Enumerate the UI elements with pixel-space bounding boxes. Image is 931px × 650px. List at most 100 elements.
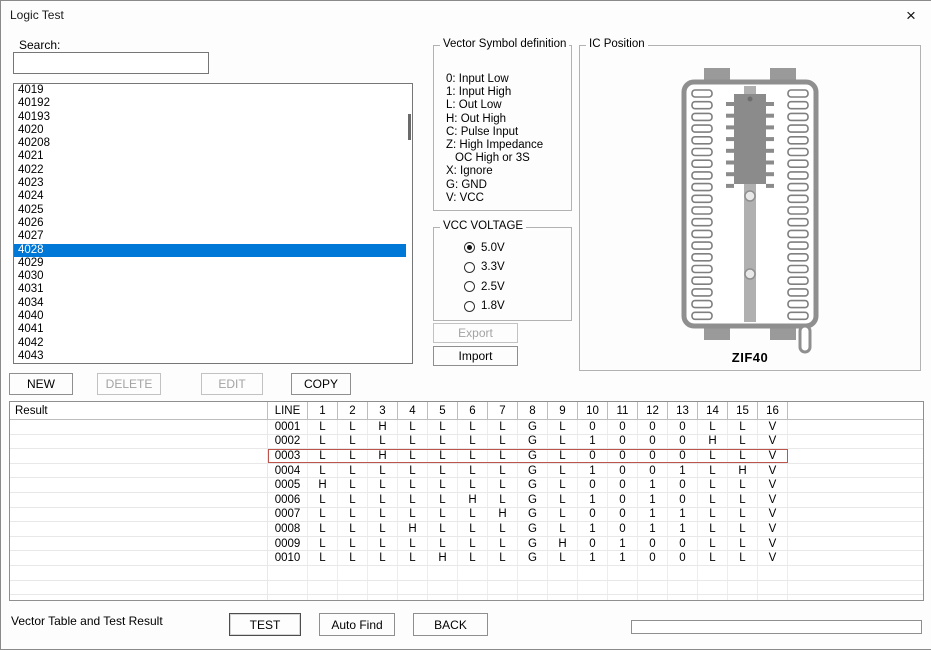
pin-value: 0 [638, 537, 668, 551]
pin-value: L [488, 449, 518, 463]
pin-value [458, 581, 488, 595]
row-filler [788, 478, 923, 492]
row-values: 0002LLLLLLLGL1000HLV [268, 435, 788, 449]
device-list-item[interactable]: 4021 [14, 150, 406, 163]
pin-value [548, 566, 578, 580]
device-list-item[interactable]: 4031 [14, 283, 406, 296]
pin-column-header: 2 [338, 402, 368, 419]
pin-column-header: 14 [698, 402, 728, 419]
device-list-item[interactable]: 4042 [14, 337, 406, 350]
result-row [10, 581, 923, 596]
pin-value: 0 [668, 420, 698, 434]
pin-column-header: 13 [668, 402, 698, 419]
line-number: 0006 [268, 493, 308, 507]
device-list-item[interactable]: 4023 [14, 177, 406, 190]
pin-value: L [308, 522, 338, 536]
result-cell [10, 537, 268, 551]
ic-chip-notch [748, 97, 753, 102]
pin-value [518, 595, 548, 601]
pin-value [338, 595, 368, 601]
radio-icon [464, 281, 475, 292]
vector-symbol-line: 1: Input High [446, 86, 543, 99]
pin-value: 0 [608, 478, 638, 492]
device-list-item[interactable]: 4025 [14, 204, 406, 217]
pin-column-header: 4 [398, 402, 428, 419]
pin-value: L [698, 551, 728, 565]
pin-value: 0 [608, 508, 638, 522]
device-list-item[interactable]: 40193 [14, 111, 406, 124]
vcc-option-2-5v[interactable]: 2.5V [434, 277, 571, 297]
pin-value: G [518, 449, 548, 463]
device-list-item[interactable]: 4027 [14, 230, 406, 243]
pin-value: 0 [608, 420, 638, 434]
pin-column-header: 15 [728, 402, 758, 419]
row-values: 0007LLLLLLHGL0011LLV [268, 508, 788, 522]
pin-value [398, 566, 428, 580]
device-list-item[interactable]: 4022 [14, 164, 406, 177]
row-values: 0009LLLLLLLGH0100LLV [268, 537, 788, 551]
pin-value: L [308, 508, 338, 522]
device-list[interactable]: 4019401924019340204020840214022402340244… [13, 83, 413, 364]
device-list-item[interactable]: 4040 [14, 310, 406, 323]
pin-value: L [548, 551, 578, 565]
pin-value: L [308, 420, 338, 434]
device-list-item[interactable]: 4026 [14, 217, 406, 230]
pin-value: L [488, 435, 518, 449]
result-table-body: 0001LLHLLLLGL0000LLV0002LLLLLLLGL1000HLV… [10, 420, 923, 601]
pin-value: 0 [668, 551, 698, 565]
pin-value [698, 581, 728, 595]
list-scrollbar-thumb[interactable] [408, 114, 411, 140]
back-button[interactable]: BACK [413, 613, 488, 636]
pin-value: V [758, 522, 788, 536]
pin-value: 0 [608, 493, 638, 507]
pin-value [488, 595, 518, 601]
close-button[interactable]: × [896, 4, 926, 27]
pin-value: 0 [608, 435, 638, 449]
device-list-item[interactable]: 4044 [14, 363, 406, 364]
pin-value [728, 581, 758, 595]
pin-value: L [308, 464, 338, 478]
pin-value [428, 581, 458, 595]
device-list-item[interactable]: 4043 [14, 350, 406, 363]
vcc-option-3-3v[interactable]: 3.3V [434, 258, 571, 278]
device-list-item[interactable]: 4030 [14, 270, 406, 283]
pin-value: L [308, 551, 338, 565]
pin-value: L [308, 493, 338, 507]
copy-button[interactable]: COPY [291, 373, 351, 395]
pin-value: L [488, 537, 518, 551]
new-button[interactable]: NEW [9, 373, 73, 395]
result-row [10, 566, 923, 581]
test-button[interactable]: TEST [229, 613, 301, 636]
pin-value: L [728, 508, 758, 522]
pin-value: V [758, 478, 788, 492]
row-filler [788, 435, 923, 449]
device-list-item[interactable]: 4029 [14, 257, 406, 270]
vcc-option-1-8v[interactable]: 1.8V [434, 297, 571, 317]
radio-icon [464, 242, 475, 253]
device-list-item[interactable]: 4028 [14, 244, 406, 257]
device-list-item[interactable]: 4024 [14, 190, 406, 203]
pin-value: 0 [638, 551, 668, 565]
pin-value: L [728, 537, 758, 551]
import-button[interactable]: Import [433, 346, 518, 366]
pin-value: 1 [638, 493, 668, 507]
pin-value: 0 [638, 435, 668, 449]
line-number [268, 566, 308, 580]
pin-value: L [338, 478, 368, 492]
device-list-item[interactable]: 4020 [14, 124, 406, 137]
pin-value [518, 581, 548, 595]
device-list-item[interactable]: 4034 [14, 297, 406, 310]
auto-find-button[interactable]: Auto Find [319, 613, 395, 636]
device-list-item[interactable]: 4019 [14, 84, 406, 97]
search-input[interactable] [13, 52, 209, 74]
device-list-item[interactable]: 4041 [14, 323, 406, 336]
device-list-item[interactable]: 40192 [14, 97, 406, 110]
device-list-item[interactable]: 40208 [14, 137, 406, 150]
pin-value: L [428, 464, 458, 478]
pin-value: L [338, 493, 368, 507]
result-row: 0009LLLLLLLGH0100LLV [10, 537, 923, 552]
line-column-header: LINE [268, 402, 308, 419]
pin-value: 0 [578, 420, 608, 434]
vcc-option-5-0v[interactable]: 5.0V [434, 238, 571, 258]
pin-value: L [728, 478, 758, 492]
